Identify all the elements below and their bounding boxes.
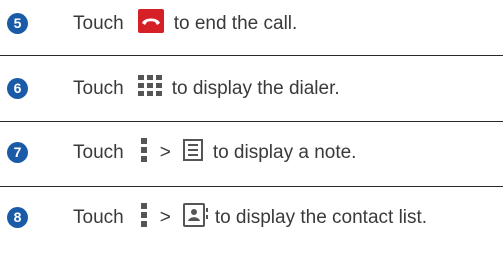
step-text: Touch > to display the contact list. <box>73 202 428 234</box>
touch-label: Touch <box>73 207 124 228</box>
step-text: Touch > to display a note. <box>73 137 357 169</box>
submenu-separator: > <box>159 207 171 228</box>
end-call-icon <box>137 9 164 39</box>
step-description: to end the call. <box>173 13 298 34</box>
step-number-badge: 7 <box>7 142 28 163</box>
step-description: to display the dialer. <box>171 78 340 99</box>
step-text: Touch to display the dialer. <box>73 75 340 103</box>
touch-label: Touch <box>73 13 124 34</box>
step-8: 8 Touch > to display the contact list. <box>0 200 503 244</box>
touch-label: Touch <box>73 78 124 99</box>
dialpad-icon <box>137 75 162 103</box>
step-7: 7 Touch > to display a note. <box>0 135 503 179</box>
step-description: to display a note. <box>212 142 357 163</box>
menu-more-icon <box>140 202 148 234</box>
contact-card-icon <box>182 203 209 233</box>
step-description: to display the contact list. <box>214 207 428 228</box>
note-icon <box>182 139 203 167</box>
step-number-badge: 5 <box>7 13 28 34</box>
step-5: 5 Touch to end the call. <box>0 6 503 50</box>
step-6: 6 Touch to display the dialer. <box>0 71 503 115</box>
submenu-separator: > <box>159 142 171 163</box>
divider <box>0 186 503 187</box>
step-number-badge: 8 <box>7 207 28 228</box>
menu-more-icon <box>140 137 148 169</box>
divider <box>0 55 503 56</box>
divider <box>0 121 503 122</box>
step-number-badge: 6 <box>7 78 28 99</box>
step-text: Touch to end the call. <box>73 9 298 39</box>
touch-label: Touch <box>73 142 124 163</box>
